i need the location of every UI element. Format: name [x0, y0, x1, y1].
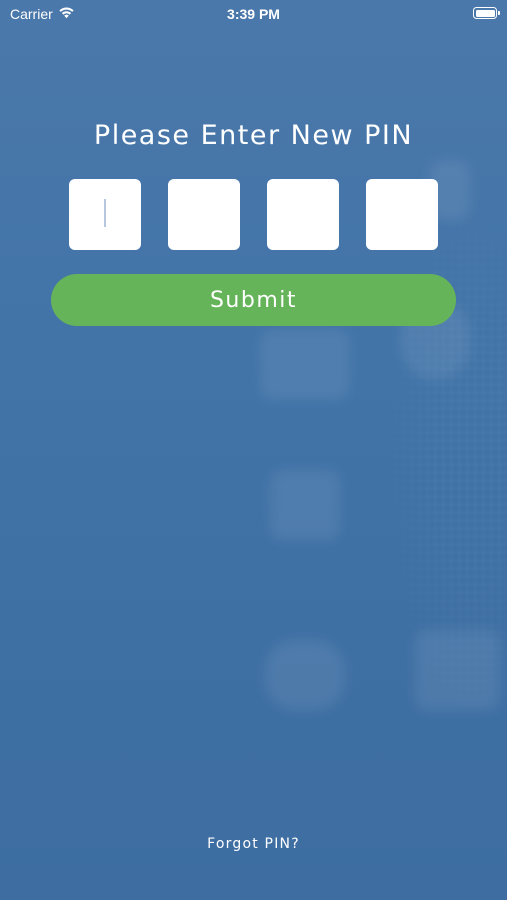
- page-title: Please Enter New PIN: [93, 120, 414, 151]
- pin-digit-2-input[interactable]: [168, 179, 240, 250]
- pin-digit-4-input[interactable]: [366, 179, 438, 250]
- text-cursor: [104, 199, 106, 227]
- forgot-pin-link[interactable]: Forgot PIN?: [207, 836, 300, 852]
- status-time: 3:39 PM: [227, 6, 280, 22]
- battery-icon: [473, 7, 500, 19]
- pin-input-row: [69, 179, 438, 250]
- forgot-pin-container: Forgot PIN?: [0, 836, 507, 852]
- submit-button[interactable]: Submit: [51, 274, 456, 326]
- pin-digit-3-input[interactable]: [267, 179, 339, 250]
- status-bar: Carrier 3:39 PM: [0, 0, 507, 28]
